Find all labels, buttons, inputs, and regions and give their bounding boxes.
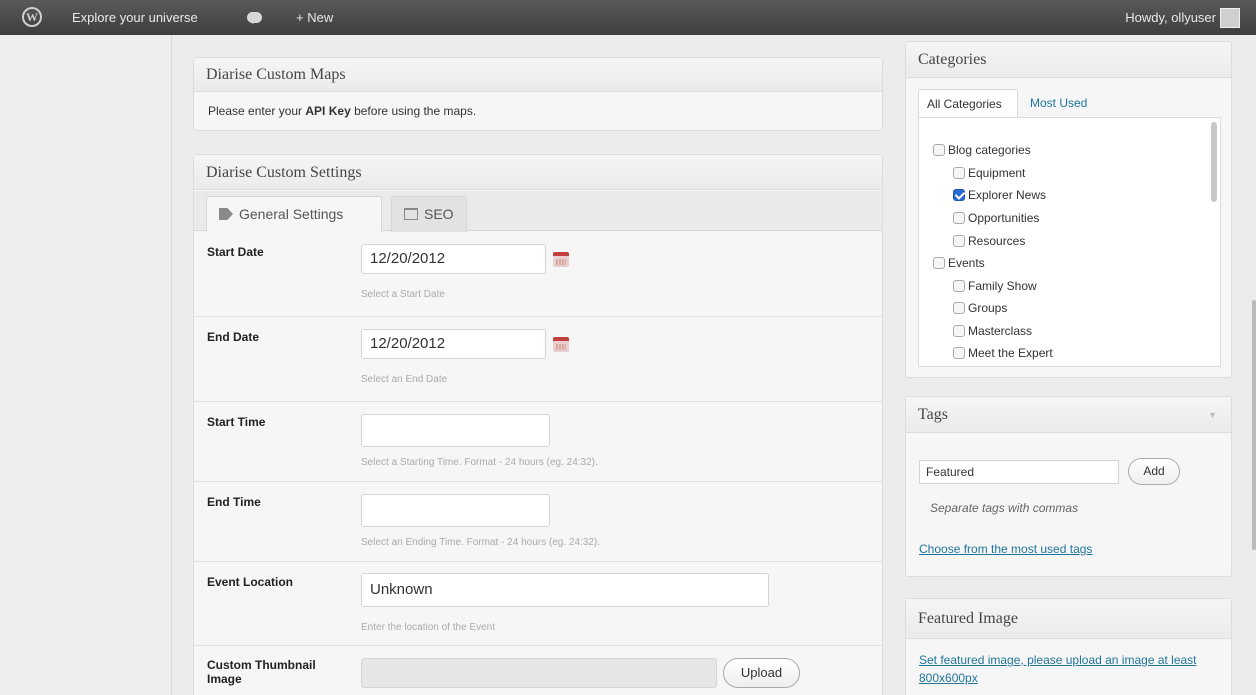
end-date-hint: Select an End Date xyxy=(361,374,448,385)
checkbox[interactable] xyxy=(953,212,965,224)
category-label: Meet the Expert xyxy=(968,346,1053,360)
settings-postbox-title: Diarise Custom Settings xyxy=(194,155,882,190)
tab-general-settings[interactable]: General Settings xyxy=(206,196,382,232)
maps-message-post: before using the maps. xyxy=(350,104,477,118)
start-time-row: Start Time Select a Starting Time. Forma… xyxy=(194,402,882,482)
settings-tabbar: General Settings SEO xyxy=(194,191,882,232)
calendar-icon[interactable] xyxy=(553,252,569,267)
start-date-label: Start Date xyxy=(207,245,264,259)
category-item[interactable]: Family Show xyxy=(953,277,1037,295)
start-time-hint: Select a Starting Time. Format - 24 hour… xyxy=(361,457,598,468)
settings-postbox: Diarise Custom Settings General Settings… xyxy=(193,154,883,695)
category-item[interactable]: Opportunities xyxy=(953,209,1039,227)
end-date-row: End Date 12/20/2012 Select an End Date xyxy=(194,317,882,402)
category-item[interactable]: Explorer News xyxy=(953,186,1046,204)
tag-icon xyxy=(219,208,233,220)
tab-most-used[interactable]: Most Used xyxy=(1030,89,1087,117)
category-item[interactable]: Masterclass xyxy=(953,322,1032,340)
featured-image-postbox: Featured Image Set featured image, pleas… xyxy=(905,598,1232,695)
category-label: Resources xyxy=(968,234,1026,248)
user-greeting[interactable]: Howdy, ollyuser xyxy=(1125,0,1216,35)
upload-button[interactable]: Upload xyxy=(723,658,800,688)
maps-message-bold: API Key xyxy=(305,104,351,118)
tags-input[interactable]: Featured xyxy=(919,460,1119,484)
checkbox[interactable] xyxy=(953,347,965,359)
set-featured-image-link[interactable]: Set featured image, please upload an ima… xyxy=(919,651,1209,687)
checkbox[interactable] xyxy=(953,325,965,337)
category-label: Events xyxy=(948,256,985,270)
category-item[interactable]: Events xyxy=(933,254,985,272)
start-time-label: Start Time xyxy=(207,415,266,429)
category-item[interactable]: Equipment xyxy=(953,164,1025,182)
start-date-hint: Select a Start Date xyxy=(361,289,445,300)
category-label: Blog categories xyxy=(948,143,1031,157)
end-date-label: End Date xyxy=(207,330,260,344)
tags-hint: Separate tags with commas xyxy=(930,501,1079,515)
tags-title: Tags xyxy=(906,397,1231,433)
site-name-link[interactable]: Explore your universe xyxy=(72,0,198,35)
calendar-icon[interactable] xyxy=(553,337,569,352)
thumbnail-row: Custom Thumbnail Image Upload xyxy=(194,646,882,695)
checkbox[interactable] xyxy=(953,189,965,201)
categories-postbox: Categories All Categories Most Used Blog… xyxy=(905,41,1232,378)
featured-image-title: Featured Image xyxy=(906,599,1231,639)
maps-postbox: Diarise Custom Maps Please enter your AP… xyxy=(193,57,883,131)
checkbox[interactable] xyxy=(933,144,945,156)
category-label: Opportunities xyxy=(968,211,1040,225)
page-scrollbar[interactable] xyxy=(1252,300,1256,550)
admin-bar: W Explore your universe + New Howdy, oll… xyxy=(0,0,1256,35)
category-label: Explorer News xyxy=(968,188,1047,202)
category-label: Family Show xyxy=(968,279,1037,293)
thumbnail-label: Custom Thumbnail Image xyxy=(207,658,316,686)
add-tag-button[interactable]: Add xyxy=(1128,458,1180,485)
checkbox[interactable] xyxy=(953,235,965,247)
category-item[interactable]: Blog categories xyxy=(933,141,1031,159)
checkbox[interactable] xyxy=(953,280,965,292)
event-location-row: Event Location Unknown Enter the locatio… xyxy=(194,562,882,646)
tab-seo[interactable]: SEO xyxy=(391,196,467,232)
category-item[interactable]: Resources xyxy=(953,232,1025,250)
maps-message-pre: Please enter your xyxy=(208,104,306,118)
start-time-input[interactable] xyxy=(361,414,550,447)
category-label: Groups xyxy=(968,301,1008,315)
tags-postbox: Tags ▼ Featured Add Separate tags with c… xyxy=(905,396,1232,577)
category-item[interactable]: Meet the Expert xyxy=(953,344,1053,362)
categories-scrollbar[interactable] xyxy=(1211,122,1217,202)
end-time-input[interactable] xyxy=(361,494,550,527)
event-location-label: Event Location xyxy=(207,575,294,589)
avatar[interactable] xyxy=(1220,8,1240,28)
start-date-row: Start Date 12/20/2012 Select a Start Dat… xyxy=(194,232,882,317)
checkbox[interactable] xyxy=(953,302,965,314)
tab-all-categories[interactable]: All Categories xyxy=(918,89,1018,117)
admin-menu-column xyxy=(0,35,172,695)
checkbox[interactable] xyxy=(933,257,945,269)
checkbox[interactable] xyxy=(953,167,965,179)
end-time-row: End Time Select an Ending Time. Format -… xyxy=(194,482,882,562)
sitemap-icon xyxy=(404,208,418,220)
collapse-arrow-icon[interactable]: ▼ xyxy=(1208,410,1217,420)
category-item[interactable]: Groups xyxy=(953,299,1007,317)
end-time-hint: Select an Ending Time. Format - 24 hours… xyxy=(361,537,601,548)
tab-general-settings-label: General Settings xyxy=(239,206,344,222)
start-date-input[interactable]: 12/20/2012 xyxy=(361,244,546,274)
category-label: Equipment xyxy=(968,166,1026,180)
event-location-input[interactable]: Unknown xyxy=(361,573,769,607)
maps-postbox-title: Diarise Custom Maps xyxy=(194,58,882,92)
wordpress-logo-icon[interactable]: W xyxy=(22,7,42,27)
category-label: Masterclass xyxy=(968,324,1033,338)
tab-seo-label: SEO xyxy=(424,206,454,222)
end-time-label: End Time xyxy=(207,495,261,509)
new-content-button[interactable]: + New xyxy=(296,0,333,35)
event-location-hint: Enter the location of the Event xyxy=(361,622,495,633)
end-date-input[interactable]: 12/20/2012 xyxy=(361,329,546,359)
maps-message: Please enter your API Key before using t… xyxy=(194,92,882,130)
thumbnail-field[interactable] xyxy=(361,658,717,688)
categories-list: Blog categories Equipment Explorer News … xyxy=(918,117,1221,367)
most-used-tags-link[interactable]: Choose from the most used tags xyxy=(919,542,1092,556)
categories-title: Categories xyxy=(906,42,1231,78)
